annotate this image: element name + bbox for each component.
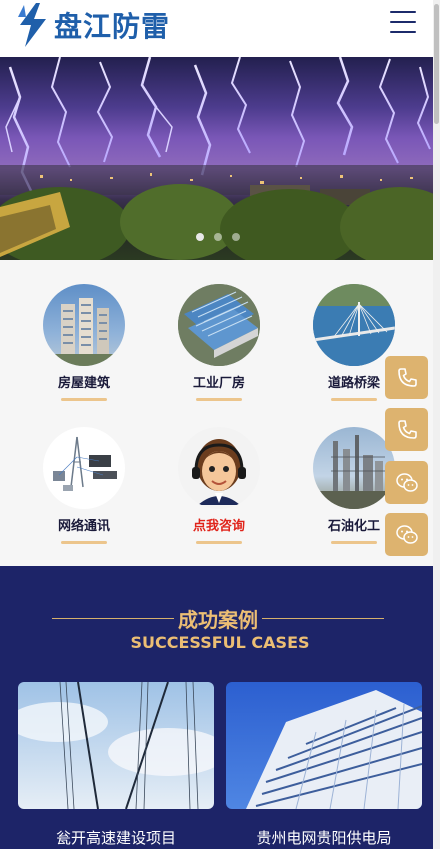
category-grid: 房屋建筑 工业厂房 道路桥梁 网络通讯 点我咨询 石油化工 [0, 260, 440, 566]
category-underline [331, 541, 377, 544]
factory-icon [178, 284, 260, 366]
category-underline [61, 541, 107, 544]
case-card[interactable] [18, 682, 214, 809]
float-wechat-button[interactable] [385, 513, 428, 556]
title-divider [52, 617, 174, 619]
support-agent-icon [178, 427, 260, 509]
title-divider [262, 617, 384, 619]
banner-pagination [196, 233, 240, 241]
banner-lightning-image [0, 57, 440, 260]
highway-cables-image [18, 682, 214, 809]
banner-dot[interactable] [196, 233, 204, 241]
cases-section: 成功案例 SUCCESSFUL CASES 瓮开高速建设项目 贵州电网贵阳供电局 [0, 566, 440, 849]
banner-dot[interactable] [214, 233, 222, 241]
cases-title: 成功案例 [178, 607, 258, 632]
bridge-icon [313, 284, 395, 366]
lightning-logo-icon [18, 3, 46, 47]
hero-banner[interactable] [0, 57, 440, 260]
category-underline [196, 398, 242, 401]
logo[interactable]: 盘江防雷 [16, 2, 170, 48]
network-icon [43, 427, 125, 509]
case-label[interactable]: 瓮开高速建设项目 [18, 827, 214, 848]
float-wechat-button[interactable] [385, 461, 428, 504]
site-header: 盘江防雷 [0, 0, 440, 57]
category-consult[interactable]: 点我咨询 [159, 427, 279, 544]
category-underline [331, 398, 377, 401]
category-label: 工业厂房 [192, 376, 245, 391]
logo-text: 盘江防雷 [54, 10, 171, 43]
category-factory[interactable]: 工业厂房 [159, 284, 279, 401]
case-label[interactable]: 贵州电网贵阳供电局 [226, 827, 422, 848]
category-underline [196, 541, 242, 544]
float-phone-button[interactable] [385, 408, 428, 451]
scrollbar-track[interactable] [433, 0, 440, 849]
wechat-icon [395, 524, 418, 544]
banner-dot[interactable] [232, 233, 240, 241]
float-phone-button[interactable] [385, 356, 428, 399]
category-housing[interactable]: 房屋建筑 [24, 284, 144, 401]
category-label: 点我咨询 [192, 519, 245, 534]
phone-icon [397, 419, 417, 439]
phone-icon [397, 367, 417, 387]
cases-subtitle: SUCCESSFUL CASES [130, 633, 310, 652]
wechat-icon [395, 472, 418, 492]
hamburger-menu-icon[interactable] [390, 11, 416, 33]
scrollbar-thumb[interactable] [434, 4, 439, 124]
cases-title-row: 成功案例 [52, 604, 384, 632]
category-network[interactable]: 网络通讯 [24, 427, 144, 544]
category-underline [61, 398, 107, 401]
office-tower-image [226, 682, 422, 809]
refinery-icon [313, 427, 395, 509]
category-label: 网络通讯 [57, 519, 110, 534]
case-card[interactable] [226, 682, 422, 809]
building-icon [43, 284, 125, 366]
category-label: 房屋建筑 [57, 376, 110, 391]
